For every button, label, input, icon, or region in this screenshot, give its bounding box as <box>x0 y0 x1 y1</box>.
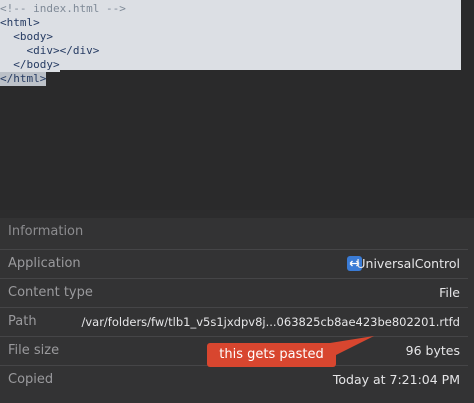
code-line: <div></div> <box>0 44 100 58</box>
info-key: Copied <box>8 372 54 387</box>
info-value-copied: Today at 7:21:04 PM <box>332 372 460 387</box>
info-value-file-size: 96 bytes <box>405 343 460 358</box>
info-key: Path <box>8 314 37 329</box>
info-key: Application <box>8 256 81 271</box>
info-key: File size <box>8 343 60 358</box>
info-row-content-type: Content type File <box>0 278 468 308</box>
info-value-content-type: File <box>439 285 460 300</box>
code-line: </body> <box>0 58 60 72</box>
code-line: <html> <box>0 16 40 30</box>
info-row-copied: Copied Today at 7:21:04 PM <box>0 365 468 395</box>
info-value-path[interactable]: /var/folders/fw/tlb1_v5s1jxdpv8j...06382… <box>81 315 460 329</box>
information-header: Information <box>8 224 84 239</box>
code-line: <!-- index.html --> <box>0 2 126 16</box>
callout-arrow-pointer <box>330 336 374 356</box>
information-panel: Information Application UniversalControl… <box>0 218 474 403</box>
info-row-path: Path /var/folders/fw/tlb1_v5s1jxdpv8j...… <box>0 307 468 337</box>
annotation-callout: this gets pasted <box>207 343 336 367</box>
clipboard-preview: <!-- index.html --> <html> <body> <div><… <box>0 0 474 210</box>
code-preview-block: <!-- index.html --> <html> <body> <div><… <box>0 0 461 86</box>
info-row-application: Application UniversalControl <box>0 249 468 279</box>
info-key: Content type <box>8 285 93 300</box>
info-value-application: UniversalControl <box>356 256 460 271</box>
code-line: </html> <box>0 72 47 86</box>
code-line: <body> <box>0 30 53 44</box>
